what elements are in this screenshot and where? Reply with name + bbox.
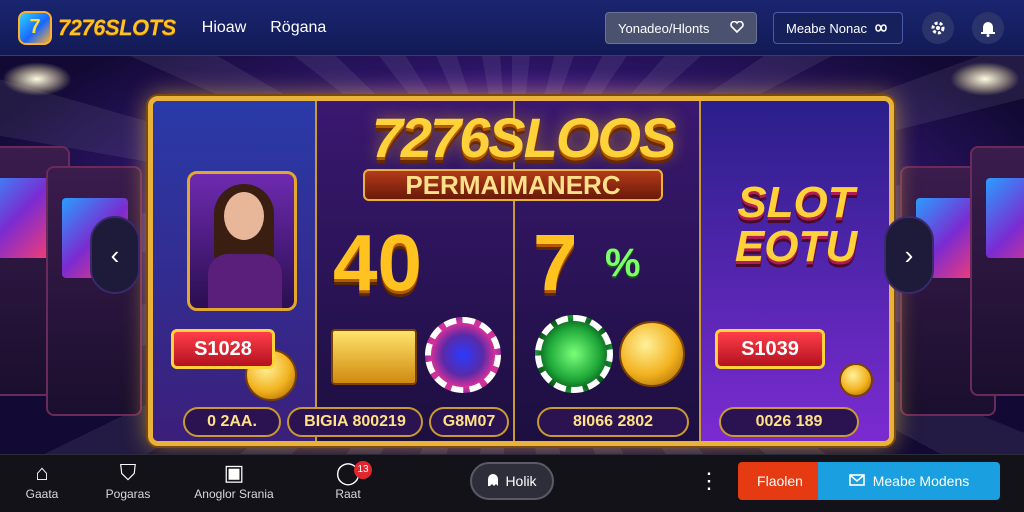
banner-panel-left [153, 101, 315, 441]
secondary-cta-button[interactable]: Meabe Modens [818, 462, 1000, 500]
infinity-icon [872, 21, 890, 36]
banner-panel-right [699, 101, 889, 441]
bottom-nav-label: Anoglor Srania [194, 487, 274, 501]
more-vertical-icon[interactable]: ⋮ [698, 466, 720, 496]
gold-coin-icon [619, 321, 685, 387]
language-select-button[interactable]: Yonadeo/Hlonts [605, 12, 757, 44]
banner-number-2: 7 [533, 218, 578, 307]
banner-number-1: 40 [333, 218, 422, 307]
price-tag-left: S1028 [171, 329, 275, 369]
price-tag-right: S1039 [715, 329, 825, 369]
nav-link-2[interactable]: Rögana [270, 19, 326, 37]
small-coin-icon [839, 363, 873, 397]
green-chip-icon [535, 315, 613, 393]
top-navigation-bar: 7 7276SLOTS Hioaw Rögana Yonadeo/Hlonts … [0, 0, 1024, 56]
banner-pill-5[interactable]: 0026 189 [719, 407, 859, 437]
promo-banner[interactable]: 7276SLOOS PERMAIMANERC 40 7 % SLOT EOTU … [148, 96, 894, 446]
slot-machine-left-2 [46, 166, 142, 416]
brand-logo[interactable]: 7 7276SLOTS [18, 10, 176, 45]
bottom-nav-chat[interactable]: ◯ Raat 13 [298, 459, 398, 509]
language-select-label: Yonadeo/Hlonts [618, 20, 710, 36]
bell-icon[interactable] [972, 12, 1004, 44]
banner-subtitle: PERMAIMANERC [363, 169, 663, 201]
secondary-header-label: Meabe Nonac [786, 20, 867, 36]
chat-icon: ◯ [335, 460, 361, 485]
gear-icon[interactable] [922, 12, 954, 44]
nav-link-1[interactable]: Hioaw [202, 19, 246, 37]
host-portrait [187, 171, 297, 311]
carousel-prev-button[interactable]: ‹ [90, 216, 140, 294]
percent-sign: % [605, 241, 641, 285]
logo-icon: 7 [18, 10, 52, 45]
stage-light-left [2, 62, 72, 96]
bottom-nav-programs[interactable]: ⛉ Pogaras [78, 459, 178, 509]
mail-icon [848, 473, 865, 489]
app-root: 7 7276SLOTS Hioaw Rögana Yonadeo/Hlonts … [0, 0, 1024, 512]
casino-chip-icon [425, 317, 501, 393]
banner-pill-3[interactable]: G8M07 [429, 407, 509, 437]
hold-button[interactable]: Holik [470, 462, 554, 500]
notification-badge: 13 [354, 461, 372, 479]
slot-machine-right-2 [970, 146, 1024, 396]
bottom-nav-promotions[interactable]: ▣ Anoglor Srania [184, 459, 284, 509]
heart-icon [730, 20, 744, 36]
bottom-nav-label: Pogaras [105, 487, 151, 501]
carousel-next-button[interactable]: › [884, 216, 934, 294]
bottom-nav-label: Raat [335, 487, 361, 501]
gift-icon: ▣ [223, 460, 245, 485]
brand-name: 7276SLOTS [58, 14, 176, 40]
shield-icon: ⛉ [119, 460, 137, 485]
stage-light-right [950, 62, 1020, 96]
banner-pill-2[interactable]: BIGIA 800219 [287, 407, 423, 437]
ghost-icon [487, 473, 499, 490]
slot-badge: SLOT EOTU [734, 178, 858, 271]
primary-cta-button[interactable]: Flaolen [738, 462, 822, 500]
banner-title: 7276SLOOS [371, 106, 677, 169]
banner-pill-1[interactable]: 0 2AA. [183, 407, 281, 437]
banner-pill-4[interactable]: 8I066 2802 [537, 407, 689, 437]
gold-bars-icon [331, 329, 417, 385]
hero-section: 7276SLOOS PERMAIMANERC 40 7 % SLOT EOTU … [0, 56, 1024, 454]
secondary-header-button[interactable]: Meabe Nonac [773, 12, 903, 44]
hold-label: Holik [505, 473, 537, 489]
secondary-cta-label: Meabe Modens [872, 473, 970, 489]
